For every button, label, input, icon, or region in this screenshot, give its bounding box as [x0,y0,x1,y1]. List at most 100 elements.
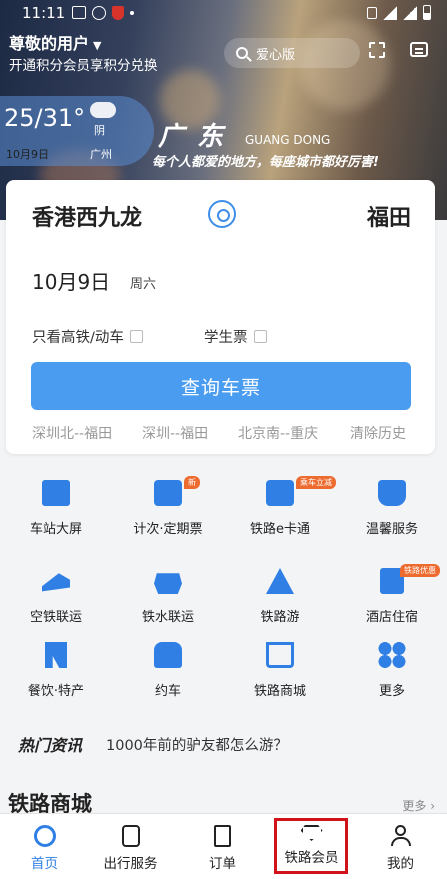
discount-badge: 乘车立减 [296,476,336,489]
gallery-icon [72,6,86,19]
tab-orders[interactable]: 订单 [178,814,267,879]
service-label: 温馨服务 [365,522,418,537]
ticket-clock-icon: 新 [154,476,200,506]
arrival-station[interactable]: 福田 [367,200,411,232]
scan-icon[interactable] [369,42,385,58]
car-icon [154,642,182,668]
clear-history-button[interactable]: 清除历史 [350,423,406,443]
new-badge: 新 [184,476,200,489]
service-label: 更多 [378,684,405,699]
highspeed-only-label: 只看高铁/动车 [32,330,124,346]
user-title[interactable]: 尊敬的用户 ▼ [9,30,101,54]
mute-icon [367,6,377,19]
student-ticket-checkbox[interactable] [253,330,267,343]
history-item[interactable]: 深圳北--福田 [32,423,112,443]
service-label: 空铁联运 [29,610,82,625]
chevron-down-icon: ▼ [93,39,102,52]
notification-dot-icon [130,11,134,15]
user-icon [390,825,412,847]
member-promo-text[interactable]: 开通积分会员享积分兑换 [9,54,158,74]
heart-icon [378,480,406,506]
mountain-icon [266,568,294,594]
tab-mine[interactable]: 我的 [356,814,445,879]
grid-icon [378,642,406,668]
order-list-icon [214,825,231,847]
tab-label: 订单 [209,856,236,872]
accessibility-mode-button[interactable]: 爱心版 [224,38,360,68]
bottom-tab-bar: 首页 出行服务 订单 铁路会员 我的 [0,813,447,879]
service-air-rail[interactable]: 空铁联运 [0,568,112,625]
history-item[interactable]: 北京南--重庆 [238,423,318,443]
service-hotel[interactable]: 铁路优惠 酒店住宿 [336,564,447,625]
service-sea-rail[interactable]: 铁水联运 [112,568,224,625]
search-icon [236,47,248,59]
history-item[interactable]: 深圳--福田 [142,423,208,443]
service-label: 酒店住宿 [365,610,418,625]
ship-icon [154,573,182,594]
service-station-screen[interactable]: 车站大屏 [0,480,112,537]
status-time: 11:11 [22,4,66,22]
signal-icon [403,5,417,20]
home-train-icon [33,825,56,847]
service-label: 铁路e卡通 [250,522,310,537]
chevron-right-icon: › [430,799,435,813]
cart-icon [266,642,294,668]
luggage-icon [121,825,140,847]
service-food[interactable]: 餐饮·特产 [0,642,112,699]
cloud-icon [90,102,116,118]
service-label: 铁水联运 [141,610,194,625]
service-care[interactable]: 温馨服务 [336,480,447,537]
swap-stations-icon[interactable] [208,200,236,228]
service-ecard[interactable]: 乘车立减 铁路e卡通 [224,476,336,537]
weather-widget[interactable]: 25/31° 阴 10月9日 广州 [0,96,154,166]
ticket-search-card: 香港西九龙 福田 10月9日 周六 只看高铁/动车 学生票 查询车票 深圳北--… [6,180,435,454]
highlight-box [274,818,348,874]
user-title-text: 尊敬的用户 [9,34,90,53]
weather-date: 10月9日 [6,148,49,161]
highspeed-only-option[interactable]: 只看高铁/动车 [32,326,143,347]
service-periodic-ticket[interactable]: 新 计次·定期票 [112,476,224,537]
hot-news-headline[interactable]: 1000年前的驴友都怎么游？ [106,734,288,755]
tab-label: 我的 [387,856,414,872]
weather-city: 广州 [90,148,112,161]
weather-temp: 25/31° [4,104,86,132]
tab-label: 首页 [31,856,58,872]
tab-home[interactable]: 首页 [0,814,89,879]
battery-icon [423,5,431,20]
whatsapp-icon [92,6,106,20]
banner-province: 广 东 [158,122,226,152]
student-ticket-label: 学生票 [204,330,248,346]
card-icon: 乘车立减 [266,476,336,506]
service-car-hailing[interactable]: 约车 [112,642,224,699]
tab-travel-service[interactable]: 出行服务 [86,814,175,879]
departure-station[interactable]: 香港西九龙 [32,200,142,232]
service-label: 餐饮·特产 [27,684,85,699]
service-label: 铁路商城 [253,684,306,699]
shield-icon [112,6,124,20]
student-ticket-option[interactable]: 学生票 [204,326,267,347]
fork-knife-icon [45,642,67,668]
service-rail-travel[interactable]: 铁路游 [224,568,336,625]
rail-discount-badge: 铁路优惠 [400,564,440,577]
hot-news-title: 热门资讯 [18,736,83,755]
message-icon[interactable] [410,42,428,57]
service-rail-mall[interactable]: 铁路商城 [224,642,336,699]
mall-more-link[interactable]: 更多 › [402,797,435,814]
wifi-icon [383,5,397,20]
status-bar: 11:11 [0,0,447,26]
travel-weekday: 周六 [130,277,157,292]
mall-more-label: 更多 [402,799,427,813]
building-icon: 铁路优惠 [380,564,440,594]
service-label: 计次·定期票 [133,522,203,537]
service-more[interactable]: 更多 [336,642,447,699]
travel-date[interactable]: 10月9日 [32,266,110,295]
service-label: 铁路游 [260,610,300,625]
tab-label: 出行服务 [103,856,158,872]
airplane-train-icon [42,573,70,592]
calendar-icon [42,480,70,506]
accessibility-mode-label: 爱心版 [256,47,296,63]
service-label: 车站大屏 [29,522,82,537]
banner-slogan: 每个人都爱的地方，每座城市都好厉害! [152,155,379,170]
query-tickets-button[interactable]: 查询车票 [31,362,411,410]
highspeed-only-checkbox[interactable] [129,330,143,343]
